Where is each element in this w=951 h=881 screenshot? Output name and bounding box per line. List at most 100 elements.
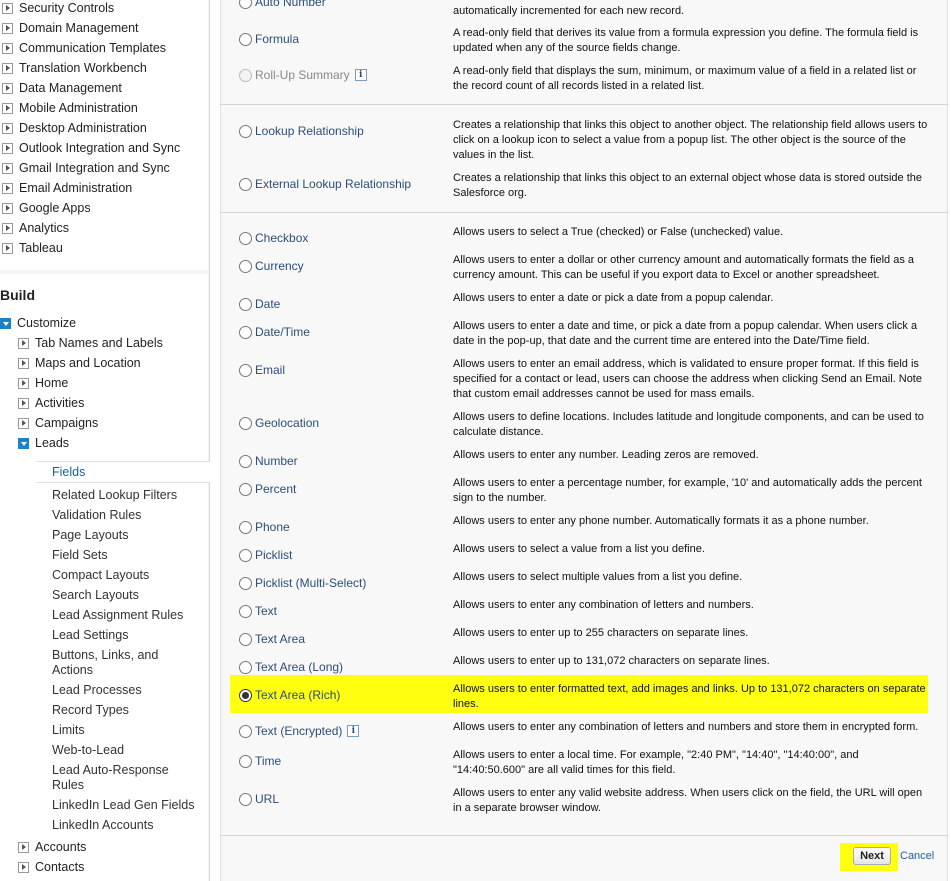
- sidebar-link-buttons-links-actions[interactable]: Buttons, Links, and Actions: [52, 648, 172, 678]
- sidebar-item-accounts[interactable]: Accounts: [18, 837, 86, 857]
- sidebar-item-google-apps[interactable]: Google Apps: [2, 198, 91, 218]
- collapse-icon[interactable]: [0, 317, 11, 329]
- radio-button[interactable]: [239, 416, 252, 430]
- sidebar-link-lead-processes[interactable]: Lead Processes: [52, 683, 142, 698]
- option-formula[interactable]: Formula: [239, 32, 299, 46]
- sidebar-link-compact-layouts[interactable]: Compact Layouts: [52, 568, 149, 583]
- option-date[interactable]: Date: [239, 297, 280, 311]
- expand-icon[interactable]: [2, 202, 13, 214]
- sidebar-item-tab-names[interactable]: Tab Names and Labels: [18, 333, 163, 353]
- radio-button[interactable]: [239, 548, 252, 562]
- radio-button[interactable]: [239, 0, 252, 9]
- expand-icon[interactable]: [18, 357, 29, 369]
- sidebar-link-limits[interactable]: Limits: [52, 723, 85, 738]
- option-text-area-rich[interactable]: Text Area (Rich): [239, 688, 340, 702]
- expand-icon[interactable]: [18, 337, 29, 349]
- option-percent[interactable]: Percent: [239, 482, 296, 496]
- expand-icon[interactable]: [2, 142, 13, 154]
- sidebar-item-email-administration[interactable]: Email Administration: [2, 178, 132, 198]
- expand-icon[interactable]: [2, 82, 13, 94]
- sidebar-item-analytics[interactable]: Analytics: [2, 218, 69, 238]
- radio-button[interactable]: [239, 792, 252, 806]
- expand-icon[interactable]: [2, 42, 13, 54]
- sidebar-item-leads[interactable]: Leads: [18, 433, 69, 453]
- next-button[interactable]: Next: [853, 847, 891, 865]
- option-text[interactable]: Text: [239, 604, 277, 618]
- cancel-link[interactable]: Cancel: [900, 850, 934, 862]
- sidebar-item-gmail-integration[interactable]: Gmail Integration and Sync: [2, 158, 170, 178]
- radio-button[interactable]: [239, 520, 252, 534]
- radio-button[interactable]: [239, 32, 252, 46]
- sidebar-link-linkedin-accounts[interactable]: LinkedIn Accounts: [52, 818, 153, 833]
- radio-button[interactable]: [239, 177, 252, 191]
- expand-icon[interactable]: [18, 397, 29, 409]
- sidebar-item-data-management[interactable]: Data Management: [2, 78, 122, 98]
- radio-button[interactable]: [239, 231, 252, 245]
- sidebar-link-validation-rules[interactable]: Validation Rules: [52, 508, 141, 523]
- option-text-area-long[interactable]: Text Area (Long): [239, 660, 343, 674]
- radio-button[interactable]: [239, 632, 252, 646]
- sidebar-link-search-layouts[interactable]: Search Layouts: [52, 588, 139, 603]
- expand-icon[interactable]: [18, 861, 29, 873]
- option-picklist-multi[interactable]: Picklist (Multi-Select): [239, 576, 366, 590]
- option-url[interactable]: URL: [239, 792, 279, 806]
- expand-icon[interactable]: [2, 122, 13, 134]
- option-currency[interactable]: Currency: [239, 259, 304, 273]
- option-time[interactable]: Time: [239, 754, 281, 768]
- sidebar-item-contacts[interactable]: Contacts: [18, 857, 84, 877]
- expand-icon[interactable]: [2, 182, 13, 194]
- sidebar-item-domain-management[interactable]: Domain Management: [2, 18, 139, 38]
- sidebar-link-field-sets[interactable]: Field Sets: [52, 548, 108, 563]
- expand-icon[interactable]: [18, 377, 29, 389]
- sidebar-item-outlook-integration[interactable]: Outlook Integration and Sync: [2, 138, 180, 158]
- option-auto-number[interactable]: Auto Number: [239, 0, 326, 9]
- expand-icon[interactable]: [18, 417, 29, 429]
- sidebar-item-customize[interactable]: Customize: [0, 313, 76, 333]
- expand-icon[interactable]: [2, 162, 13, 174]
- radio-button[interactable]: [239, 124, 252, 138]
- expand-icon[interactable]: [18, 841, 29, 853]
- option-text-area[interactable]: Text Area: [239, 632, 305, 646]
- sidebar-item-desktop-administration[interactable]: Desktop Administration: [2, 118, 147, 138]
- sidebar-item-home[interactable]: Home: [18, 373, 68, 393]
- radio-button[interactable]: [239, 482, 252, 496]
- option-phone[interactable]: Phone: [239, 520, 290, 534]
- sidebar-item-security-controls[interactable]: Security Controls: [2, 0, 114, 18]
- expand-icon[interactable]: [2, 102, 13, 114]
- info-icon[interactable]: i: [347, 725, 360, 737]
- option-email[interactable]: Email: [239, 363, 285, 377]
- radio-button[interactable]: [239, 754, 252, 768]
- option-checkbox[interactable]: Checkbox: [239, 231, 308, 245]
- option-lookup-relationship[interactable]: Lookup Relationship: [239, 124, 364, 138]
- option-date-time[interactable]: Date/Time: [239, 325, 310, 339]
- sidebar-link-record-types[interactable]: Record Types: [52, 703, 129, 718]
- sidebar-link-web-to-lead[interactable]: Web-to-Lead: [52, 743, 124, 758]
- sidebar-link-page-layouts[interactable]: Page Layouts: [52, 528, 128, 543]
- option-number[interactable]: Number: [239, 454, 298, 468]
- expand-icon[interactable]: [2, 242, 13, 254]
- radio-button[interactable]: [239, 660, 252, 674]
- radio-button[interactable]: [239, 576, 252, 590]
- sidebar-item-campaigns[interactable]: Campaigns: [18, 413, 98, 433]
- sidebar-item-activities[interactable]: Activities: [18, 393, 84, 413]
- sidebar-item-maps-location[interactable]: Maps and Location: [18, 353, 141, 373]
- expand-icon[interactable]: [2, 62, 13, 74]
- radio-button-selected[interactable]: [239, 688, 252, 702]
- expand-icon[interactable]: [2, 22, 13, 34]
- radio-button[interactable]: [239, 325, 252, 339]
- option-external-lookup[interactable]: External Lookup Relationship: [239, 177, 411, 191]
- radio-button[interactable]: [239, 297, 252, 311]
- radio-button[interactable]: [239, 259, 252, 273]
- option-geolocation[interactable]: Geolocation: [239, 416, 319, 430]
- sidebar-link-related-lookup-filters[interactable]: Related Lookup Filters: [52, 488, 177, 503]
- sidebar-item-fields-selected[interactable]: Fields: [36, 461, 210, 483]
- radio-button[interactable]: [239, 724, 252, 738]
- sidebar-item-translation-workbench[interactable]: Translation Workbench: [2, 58, 147, 78]
- sidebar-link-linkedin-lead-gen-fields[interactable]: LinkedIn Lead Gen Fields: [52, 798, 194, 813]
- sidebar-link-lead-auto-response-rules[interactable]: Lead Auto-Response Rules: [52, 763, 182, 793]
- radio-button[interactable]: [239, 454, 252, 468]
- sidebar-item-tableau[interactable]: Tableau: [2, 238, 63, 258]
- expand-icon[interactable]: [2, 222, 13, 234]
- option-text-encrypted[interactable]: Text (Encrypted) i: [239, 724, 360, 738]
- expand-icon[interactable]: [2, 2, 13, 14]
